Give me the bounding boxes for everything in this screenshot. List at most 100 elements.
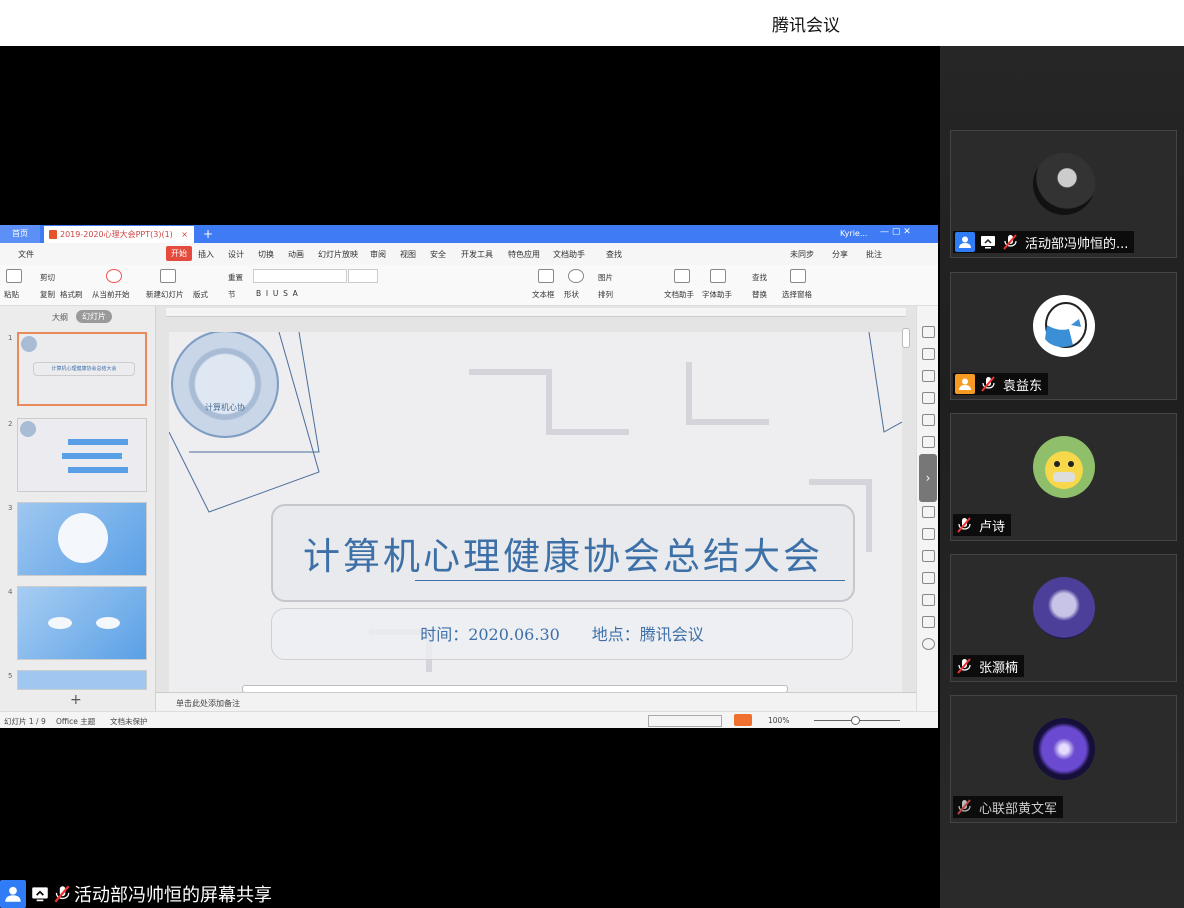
format-painter-button[interactable]: 格式刷	[60, 289, 83, 300]
slide-thumbnail[interactable]: 计算机心理健康协会总结大会	[17, 332, 147, 406]
paste-icon[interactable]	[6, 269, 22, 283]
menu-security[interactable]: 安全	[430, 249, 446, 260]
participant-tile[interactable]: 袁益东	[950, 272, 1177, 400]
menu-review[interactable]: 审阅	[370, 249, 386, 260]
tab-close-icon[interactable]: ×	[181, 226, 188, 243]
thumb-number: 5	[8, 672, 13, 680]
avatar	[1033, 577, 1095, 639]
thumb-number: 2	[8, 420, 13, 428]
slide-info: 时间：2020.06.30 地点：腾讯会议	[420, 625, 704, 644]
window-controls[interactable]: — ▢ ✕	[880, 227, 911, 237]
participant-name: 心联部黄文军	[979, 801, 1058, 817]
participant-tile[interactable]: 张灏楠	[950, 554, 1177, 682]
arrange-button[interactable]: 排列	[598, 289, 613, 300]
play-slideshow-button[interactable]	[734, 714, 752, 726]
participant-name: 张灏楠	[979, 660, 1019, 676]
play-from-current-button[interactable]: 从当前开始	[92, 289, 130, 300]
new-slide-button[interactable]: 新建幻灯片	[146, 289, 184, 300]
tool-icon[interactable]	[922, 506, 935, 518]
play-icon[interactable]	[106, 269, 122, 283]
notes-area[interactable]: 单击此处添加备注	[156, 692, 916, 712]
tool-icon[interactable]	[922, 370, 935, 382]
slide-canvas[interactable]: 计算机心协 计算机心理健康协会总结大会 时间：2020.06.30 地点：腾讯会…	[169, 332, 902, 692]
slide-thumbnail[interactable]	[17, 586, 147, 660]
participant-name: 卢诗	[979, 519, 1006, 535]
zoom-slider-thumb[interactable]	[851, 716, 860, 725]
menu-doc-assistant[interactable]: 文档助手	[553, 249, 585, 260]
participant-tile[interactable]: 卢诗	[950, 413, 1177, 541]
participant-tile[interactable]: 活动部冯帅恒的...	[950, 130, 1177, 258]
mic-muted-icon	[957, 658, 971, 674]
shape-icon[interactable]	[568, 269, 584, 283]
vertical-scrollbar[interactable]	[902, 328, 910, 348]
participant-tile[interactable]: 心联部黄文军	[950, 695, 1177, 823]
menu-insert[interactable]: 插入	[198, 249, 214, 260]
tool-icon[interactable]	[922, 436, 935, 448]
tab-document[interactable]: 2019-2020心理大会PPT(3)(1) ×	[44, 226, 194, 243]
new-tab-button[interactable]: +	[203, 225, 213, 243]
menu-search[interactable]: 查找	[606, 249, 622, 260]
tool-icon[interactable]	[922, 392, 935, 404]
tool-icon[interactable]	[922, 572, 935, 584]
find-button[interactable]: 查找	[752, 272, 767, 283]
menu-share[interactable]: 分享	[832, 249, 848, 260]
font-size-select[interactable]	[348, 269, 378, 283]
reset-button[interactable]: 重置	[228, 272, 243, 283]
collapse-panel-button[interactable]: ›	[919, 454, 937, 502]
tool-icon[interactable]	[922, 528, 935, 540]
cut-button[interactable]: 剪切	[40, 272, 55, 283]
replace-button[interactable]: 替换	[752, 289, 767, 300]
menu-view[interactable]: 视图	[400, 249, 416, 260]
menu-comment[interactable]: 批注	[866, 249, 882, 260]
help-icon[interactable]	[922, 638, 935, 650]
slide-thumbnail[interactable]	[17, 502, 147, 576]
picture-button[interactable]: 图片	[598, 272, 613, 283]
new-slide-icon[interactable]	[160, 269, 176, 283]
screen-share-icon	[32, 886, 48, 901]
textbox-icon[interactable]	[538, 269, 554, 283]
university-logo: 计算机心协	[171, 332, 279, 438]
view-buttons[interactable]	[648, 715, 722, 727]
font-assistant-button[interactable]: 字体助手	[702, 289, 732, 300]
menu-devtools[interactable]: 开发工具	[461, 249, 493, 260]
section-button[interactable]: 节	[228, 289, 236, 300]
tool-icon[interactable]	[922, 594, 935, 606]
menu-features[interactable]: 特色应用	[508, 249, 540, 260]
add-slide-button[interactable]: +	[70, 692, 82, 708]
slide-thumbnail[interactable]	[17, 670, 147, 690]
menu-design[interactable]: 设计	[228, 249, 244, 260]
paste-button[interactable]: 粘贴	[4, 289, 19, 300]
shape-button[interactable]: 形状	[564, 289, 579, 300]
tool-icon[interactable]	[922, 414, 935, 426]
wps-tabbar: 首页 2019-2020心理大会PPT(3)(1) × + Kyrie... —…	[0, 225, 938, 243]
tab-document-label: 2019-2020心理大会PPT(3)(1)	[60, 230, 173, 239]
menu-slideshow[interactable]: 幻灯片放映	[318, 249, 358, 260]
menu-animation[interactable]: 动画	[288, 249, 304, 260]
tab-outline[interactable]: 大纲	[52, 312, 68, 323]
menu-start[interactable]: 开始	[166, 246, 192, 261]
font-assistant-icon[interactable]	[710, 269, 726, 283]
slide-info-box[interactable]: 时间：2020.06.30 地点：腾讯会议	[271, 608, 853, 660]
tool-icon[interactable]	[922, 326, 935, 338]
selection-pane-button[interactable]: 选择窗格	[782, 289, 812, 300]
font-name-select[interactable]	[253, 269, 347, 283]
doc-assistant-icon[interactable]	[674, 269, 690, 283]
menu-transition[interactable]: 切换	[258, 249, 274, 260]
slide-thumbnail[interactable]	[17, 418, 147, 492]
tool-icon[interactable]	[922, 550, 935, 562]
tool-icon[interactable]	[922, 348, 935, 360]
tab-home[interactable]: 首页	[0, 225, 40, 243]
tab-slides[interactable]: 幻灯片	[76, 310, 112, 323]
menu-unsynced[interactable]: 未同步	[790, 249, 814, 260]
right-tool-strip: ›	[916, 306, 938, 711]
thumb-number: 3	[8, 504, 13, 512]
font-style-buttons[interactable]: B I U S A	[256, 289, 298, 298]
copy-button[interactable]: 复制	[40, 289, 55, 300]
textbox-button[interactable]: 文本框	[532, 289, 555, 300]
layout-button[interactable]: 版式	[193, 289, 208, 300]
tool-icon[interactable]	[922, 616, 935, 628]
doc-assistant-button[interactable]: 文档助手	[664, 289, 694, 300]
menu-file[interactable]: 文件	[18, 249, 34, 260]
slide-title-box[interactable]: 计算机心理健康协会总结大会	[271, 504, 855, 602]
selection-pane-icon[interactable]	[790, 269, 806, 283]
